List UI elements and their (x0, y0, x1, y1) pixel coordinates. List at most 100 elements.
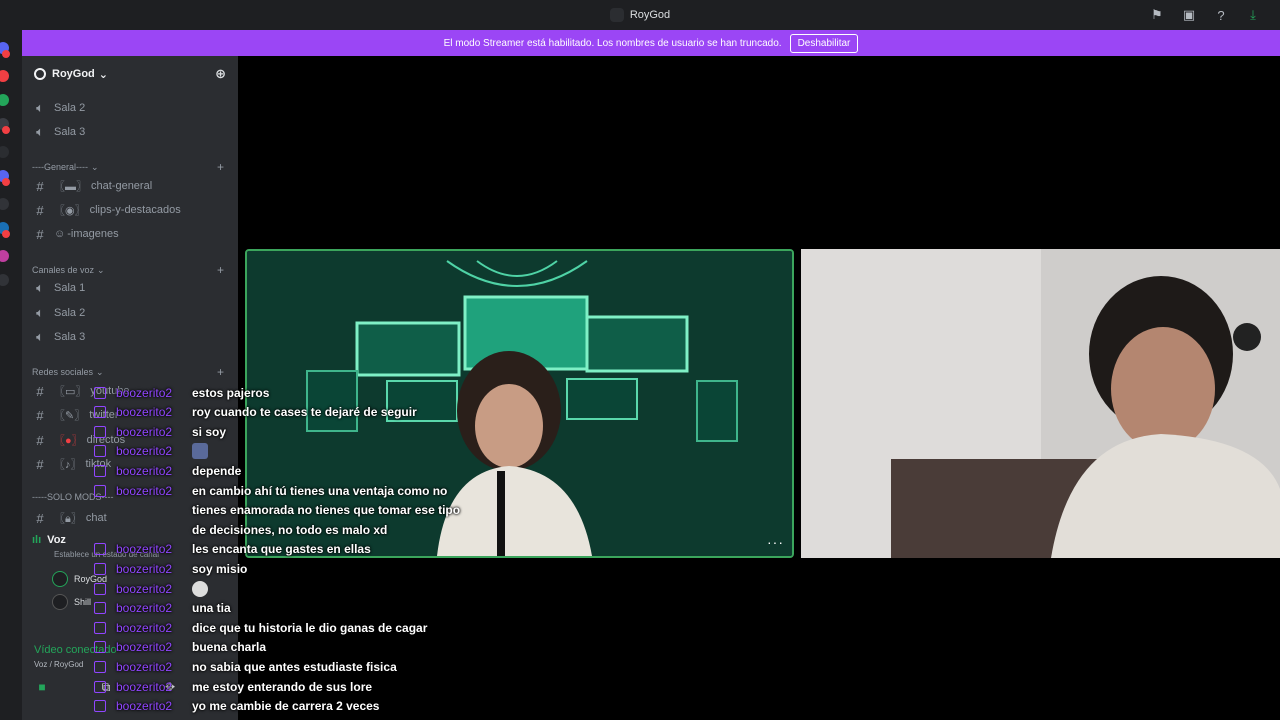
speaker-icon: 🔈︎ (36, 329, 44, 344)
channel-label: Sala 3 (54, 126, 86, 138)
voice-channel-sala-3[interactable]: 🔈︎ Sala 3 (32, 122, 85, 142)
twitch-icon (94, 582, 106, 595)
lock-icon: 〖🔒︎〗 (54, 513, 82, 525)
chat-username: boozerito2 (116, 601, 173, 616)
voice-channel-sala-2[interactable]: 🔈︎ Sala 2 (32, 98, 85, 118)
chat-message: boozerito2 depende (92, 461, 241, 480)
chat-message: de decisiones, no todo es malo xd (92, 520, 387, 539)
category-general[interactable]: ----General---- ⌄ + (32, 160, 224, 174)
server-icon[interactable] (0, 198, 9, 210)
chat-username: boozerito2 (116, 424, 173, 439)
speaker-icon: 🔈︎ (36, 280, 44, 295)
chat-text: me estoy enterando de sus lore (192, 679, 373, 694)
twitch-icon (94, 621, 106, 634)
chat-username: boozerito2 (116, 581, 173, 596)
twitch-icon (94, 464, 106, 477)
chat-text: de decisiones, no todo es malo xd (192, 522, 388, 537)
eye-icon: 〖◉〗 (54, 205, 86, 217)
voice-channel-sala-1[interactable]: 🔈︎ Sala 1 (32, 278, 85, 298)
chat-username: boozerito2 (116, 463, 173, 478)
server-icon[interactable] (0, 70, 9, 82)
hashtag-icon: # (36, 226, 44, 242)
chat-text: depende (192, 463, 242, 478)
channel-label: Sala 2 (54, 307, 86, 319)
chat-message: boozerito2 una tia (92, 599, 231, 618)
channel-label: chat-general (91, 180, 153, 192)
webcam-video (801, 249, 1280, 558)
download-icon[interactable]: ⤓ (1244, 6, 1262, 24)
chat-username: boozerito2 (116, 542, 173, 557)
chat-text: buena charla (192, 640, 267, 655)
channel-label: Sala 2 (54, 102, 86, 114)
chat-text: no sabia que antes estudiaste fisica (192, 659, 397, 674)
flag-icon[interactable]: ⚑ (1148, 6, 1166, 24)
chat-message: boozerito2 buena charla (92, 638, 266, 657)
server-icon[interactable] (0, 250, 9, 262)
chat-username: boozerito2 (116, 561, 173, 576)
chat-text: yo me cambie de carrera 2 veces (192, 699, 380, 714)
chat-text: si soy (192, 424, 227, 439)
chat-message: boozerito2 (92, 579, 208, 598)
video-icon: 〖▭〗 (54, 386, 87, 398)
add-channel-icon[interactable]: + (217, 160, 224, 174)
add-channel-icon[interactable]: + (217, 263, 224, 277)
text-channel-imagenes[interactable]: # ☺ -imagenes (32, 224, 118, 244)
twitch-icon (94, 445, 106, 458)
chat-message: boozerito2 roy cuando te cases te dejaré … (92, 403, 417, 422)
disable-streamer-mode-button[interactable]: Deshabilitar (789, 33, 859, 53)
chat-username: boozerito2 (116, 483, 173, 498)
server-header[interactable]: RoyGod ⌄ ⊕ (22, 56, 238, 92)
help-icon[interactable]: ? (1212, 6, 1230, 24)
chat-username: boozerito2 (116, 640, 173, 655)
title-bar: RoyGod ⚑ ▣ ? ⤓ (0, 0, 1280, 30)
channel-label: Sala 1 (54, 282, 86, 294)
music-note-icon: 〖♪〗 (54, 459, 82, 471)
voice-channel-sala-2[interactable]: 🔈︎ Sala 2 (32, 303, 85, 323)
chat-username: boozerito2 (116, 699, 173, 714)
video-tile-shill[interactable] (801, 249, 1280, 558)
voice-channel-name: Voz (47, 534, 66, 546)
add-channel-icon[interactable]: + (217, 365, 224, 379)
chat-message: boozerito2 estos pajeros (92, 383, 269, 402)
category-label: Canales de voz (32, 265, 95, 275)
chat-username: boozerito2 (116, 620, 173, 635)
avatar (52, 594, 68, 610)
notification-badge (2, 230, 10, 238)
inbox-icon[interactable]: ▣ (1180, 6, 1198, 24)
chat-message: boozerito2 (92, 442, 208, 461)
chat-message: boozerito2 si soy (92, 422, 226, 441)
server-icon[interactable] (0, 146, 9, 158)
hashtag-icon: # (36, 510, 44, 526)
category-voice[interactable]: Canales de voz ⌄ + (32, 263, 224, 277)
chat-text: roy cuando te cases te dejaré de seguir (192, 405, 417, 420)
chat-username: boozerito2 (116, 659, 173, 674)
voice-channel-sala-3[interactable]: 🔈︎ Sala 3 (32, 327, 85, 347)
chat-bubble-icon: 〖▬〗 (54, 181, 87, 193)
chat-message: boozerito2 les encanta que gastes en ella… (92, 540, 371, 559)
speaker-icon: 🔈︎ (36, 305, 44, 320)
twitch-icon (94, 386, 106, 399)
server-icon[interactable] (0, 274, 9, 286)
twitch-icon (94, 680, 106, 693)
camera-icon[interactable]: ■ (30, 678, 54, 696)
invite-people-icon[interactable]: ⊕ (215, 66, 226, 82)
channel-label: clips-y-destacados (89, 204, 181, 216)
voice-user-shill[interactable]: Shill (52, 594, 91, 610)
chat-message: boozerito2 en cambio ahí tú tienes una ve… (92, 481, 447, 500)
hashtag-icon: # (36, 383, 44, 399)
category-label: Redes sociales (32, 367, 94, 377)
more-options-icon[interactable]: ··· (767, 534, 784, 550)
twitch-icon (94, 484, 106, 497)
category-social[interactable]: Redes sociales ⌄ + (32, 365, 224, 379)
text-channel-chat-general[interactable]: # 〖▬〗 chat-general (32, 176, 152, 196)
emote-icon (192, 580, 208, 597)
bird-icon: 〖✎〗 (54, 410, 86, 422)
chat-text: les encanta que gastes en ellas (192, 542, 371, 557)
twitch-icon (94, 602, 106, 615)
text-channel-clips[interactable]: # 〖◉〗 clips-y-destacados (32, 200, 181, 220)
server-icon[interactable] (0, 94, 9, 106)
chat-text: estos pajeros (192, 385, 270, 400)
voice-activity-icon: ılı (32, 534, 42, 546)
twitch-icon (94, 641, 106, 654)
avatar (52, 571, 68, 587)
